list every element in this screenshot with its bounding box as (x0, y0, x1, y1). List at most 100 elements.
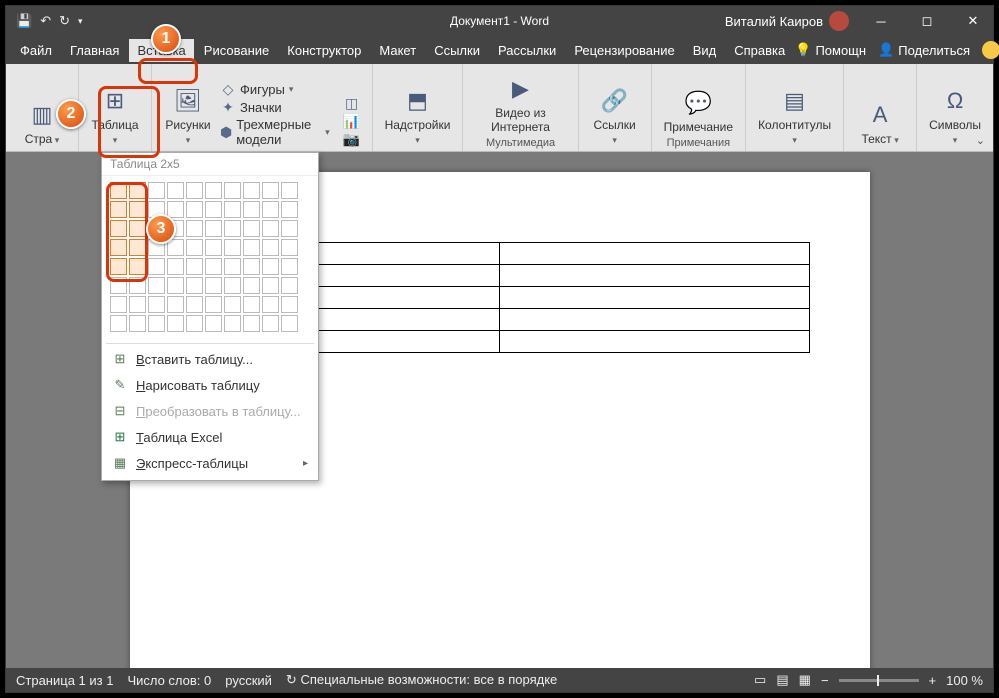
grid-cell[interactable] (110, 239, 127, 256)
minimize-button[interactable]: ─ (861, 6, 901, 36)
grid-cell[interactable] (243, 182, 260, 199)
table-button[interactable]: ⊞ Таблица (87, 83, 143, 149)
grid-cell[interactable] (243, 220, 260, 237)
grid-cell[interactable] (186, 277, 203, 294)
grid-cell[interactable] (148, 296, 165, 313)
grid-cell[interactable] (262, 315, 279, 332)
pictures-button[interactable]: 🖼 Рисунки (160, 83, 216, 149)
tab-ссылки[interactable]: Ссылки (426, 39, 488, 62)
grid-cell[interactable] (110, 182, 127, 199)
grid-cell[interactable] (167, 296, 184, 313)
table-cell[interactable] (500, 265, 810, 287)
status-words[interactable]: Число слов: 0 (127, 673, 211, 688)
table-cell[interactable] (500, 331, 810, 353)
grid-cell[interactable] (167, 239, 184, 256)
grid-cell[interactable] (281, 201, 298, 218)
icons-button[interactable]: ✦Значки (220, 99, 330, 115)
grid-cell[interactable] (186, 220, 203, 237)
status-lang[interactable]: русский (225, 673, 272, 688)
grid-cell[interactable] (186, 315, 203, 332)
grid-cell[interactable] (281, 277, 298, 294)
3dmodels-button[interactable]: ⬢Трехмерные модели ▾ (220, 117, 330, 147)
links-button[interactable]: 🔗 Ссылки (587, 83, 643, 149)
grid-cell[interactable] (129, 315, 146, 332)
grid-cell[interactable] (186, 239, 203, 256)
collapse-ribbon-icon[interactable]: ⌄ (976, 134, 985, 147)
tab-рецензирование[interactable]: Рецензирование (566, 39, 682, 62)
comment-button[interactable]: 💬 Примечание (660, 85, 737, 137)
status-page[interactable]: Страница 1 из 1 (16, 673, 113, 688)
grid-cell[interactable] (262, 201, 279, 218)
grid-cell[interactable] (243, 277, 260, 294)
maximize-button[interactable]: ◻ (907, 6, 947, 36)
avatar[interactable] (829, 11, 849, 31)
grid-cell[interactable] (262, 239, 279, 256)
grid-cell[interactable] (205, 315, 222, 332)
grid-cell[interactable] (262, 182, 279, 199)
tab-рисование[interactable]: Рисование (196, 39, 277, 62)
print-layout-icon[interactable]: ▤ (776, 672, 788, 688)
grid-cell[interactable] (224, 258, 241, 275)
read-mode-icon[interactable]: ▭ (754, 672, 766, 688)
text-button[interactable]: A Текст (852, 97, 908, 149)
share-button[interactable]: 👤 Поделиться (878, 42, 970, 58)
grid-cell[interactable] (148, 182, 165, 199)
grid-cell[interactable] (167, 277, 184, 294)
status-accessibility[interactable]: ↻ Специальные возможности: все в порядке (286, 672, 557, 688)
zoom-out-icon[interactable]: − (821, 673, 829, 688)
grid-cell[interactable] (148, 258, 165, 275)
grid-cell[interactable] (205, 296, 222, 313)
grid-cell[interactable] (186, 296, 203, 313)
tab-файл[interactable]: Файл (12, 39, 60, 62)
grid-cell[interactable] (281, 315, 298, 332)
smartart-button[interactable]: ◫ (344, 95, 360, 111)
excel-table-item[interactable]: ⊞Таблица Excel (102, 424, 318, 450)
grid-cell[interactable] (148, 277, 165, 294)
web-layout-icon[interactable]: ▦ (799, 672, 811, 688)
video-button[interactable]: ▶ Видео из Интернета (471, 71, 569, 137)
qat-dropdown-icon[interactable]: ▾ (78, 16, 83, 27)
grid-cell[interactable] (243, 201, 260, 218)
feedback-icon[interactable] (982, 41, 999, 59)
quick-tables-item[interactable]: ▦Экспресс-таблицы▸ (102, 450, 318, 476)
grid-cell[interactable] (186, 182, 203, 199)
grid-cell[interactable] (281, 239, 298, 256)
grid-cell[interactable] (110, 201, 127, 218)
tab-макет[interactable]: Макет (371, 39, 424, 62)
grid-cell[interactable] (129, 182, 146, 199)
table-cell[interactable] (500, 309, 810, 331)
grid-cell[interactable] (224, 182, 241, 199)
grid-cell[interactable] (262, 296, 279, 313)
tab-рассылки[interactable]: Рассылки (490, 39, 564, 62)
grid-cell[interactable] (205, 239, 222, 256)
grid-cell[interactable] (110, 258, 127, 275)
redo-icon[interactable]: ↻ (59, 13, 70, 29)
addins-button[interactable]: ⬒ Надстройки (381, 83, 455, 149)
grid-cell[interactable] (224, 315, 241, 332)
grid-cell[interactable] (243, 239, 260, 256)
tab-конструктор[interactable]: Конструктор (279, 39, 369, 62)
grid-cell[interactable] (110, 315, 127, 332)
grid-cell[interactable] (129, 201, 146, 218)
tab-вид[interactable]: Вид (685, 39, 725, 62)
grid-cell[interactable] (224, 277, 241, 294)
close-button[interactable]: ✕ (953, 6, 993, 36)
grid-cell[interactable] (148, 315, 165, 332)
grid-cell[interactable] (205, 258, 222, 275)
grid-cell[interactable] (129, 220, 146, 237)
draw-table-item[interactable]: ✎Нарисовать таблицу (102, 372, 318, 398)
zoom-slider[interactable] (839, 679, 919, 682)
grid-cell[interactable] (129, 277, 146, 294)
grid-cell[interactable] (243, 315, 260, 332)
screenshot-button[interactable]: 📷 (344, 131, 360, 147)
grid-cell[interactable] (262, 258, 279, 275)
grid-cell[interactable] (243, 296, 260, 313)
grid-cell[interactable] (262, 220, 279, 237)
grid-cell[interactable] (224, 239, 241, 256)
tab-главная[interactable]: Главная (62, 39, 127, 62)
grid-cell[interactable] (224, 201, 241, 218)
insert-table-item[interactable]: ⊞Вставить таблицу... (102, 346, 318, 372)
zoom-level[interactable]: 100 % (946, 673, 983, 688)
grid-cell[interactable] (129, 296, 146, 313)
grid-cell[interactable] (167, 182, 184, 199)
